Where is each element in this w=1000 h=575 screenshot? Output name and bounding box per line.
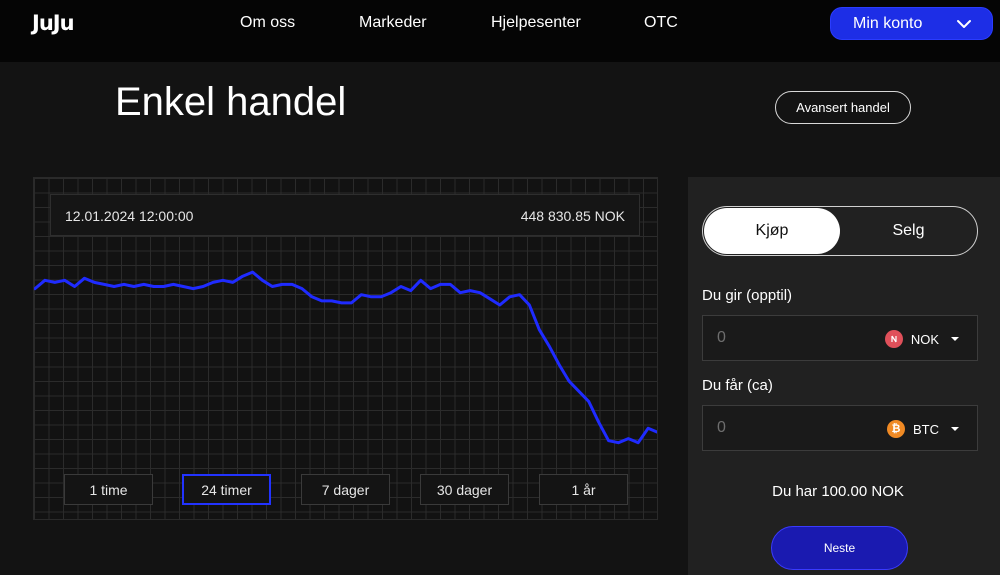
advanced-trade-button[interactable]: Avansert handel [775,91,911,124]
get-currency-label: BTC [913,421,939,437]
buy-sell-toggle: Kjøp Selg [702,206,978,256]
range-1-ar[interactable]: 1 år [539,474,628,505]
range-24-timer[interactable]: 24 timer [182,474,271,505]
chart-price: 448 830.85 NOK [520,208,625,224]
page-title: Enkel handel [115,80,347,124]
chart-date: 12.01.2024 12:00:00 [65,208,194,224]
account-button-label: Min konto [853,14,923,32]
chart-tooltip-bar: 12.01.2024 12:00:00 448 830.85 NOK [50,194,640,236]
get-label: Du får (ca) [702,377,773,394]
caret-down-icon [951,337,959,341]
btc-coin-icon: ₿ [887,420,905,438]
get-currency-select[interactable]: ₿ BTC [887,418,959,440]
price-chart-panel: 12.01.2024 12:00:00 448 830.85 NOK 1 tim… [33,177,658,520]
nav-hjelpesenter[interactable]: Hjelpesenter [491,14,581,32]
nok-coin-icon [884,330,903,348]
get-amount-input[interactable] [717,418,867,438]
nav-om-oss[interactable]: Om oss [240,14,295,32]
range-30-dager[interactable]: 30 dager [420,474,509,505]
top-bar: JuJu Om oss Markeder Hjelpesenter OTC Mi… [0,0,1000,62]
balance-text: Du har 100.00 NOK [772,483,904,500]
range-1-time[interactable]: 1 time [64,474,153,505]
juju-logo[interactable]: JuJu [32,11,75,35]
nav-otc[interactable]: OTC [644,14,678,32]
chart-plot [34,270,657,445]
next-button[interactable]: Neste [771,526,908,570]
give-currency-select[interactable]: NOK [884,328,959,350]
price-line [34,270,657,445]
caret-down-icon [951,427,959,431]
buy-tab[interactable]: Kjøp [704,208,840,254]
sell-tab[interactable]: Selg [840,208,977,254]
account-button[interactable]: Min konto [830,7,993,40]
get-field: ₿ BTC [702,405,978,451]
range-7-dager[interactable]: 7 dager [301,474,390,505]
give-field: NOK [702,315,978,361]
give-currency-label: NOK [910,331,939,347]
trade-panel: Kjøp Selg Du gir (opptil) NOK Du får (ca… [688,177,1000,575]
nok-symbol-icon [891,335,897,343]
give-label: Du gir (opptil) [702,287,793,304]
give-amount-input[interactable] [717,328,867,348]
nav-markeder[interactable]: Markeder [359,14,427,32]
chevron-down-icon [957,20,971,28]
